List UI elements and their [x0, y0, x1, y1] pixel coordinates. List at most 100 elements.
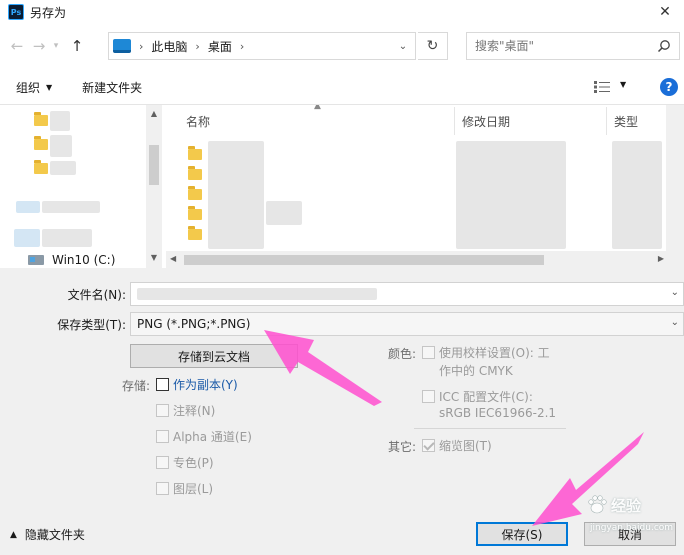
proof-setup-option[interactable]: 使用校样设置(O): 工 [422, 344, 550, 361]
blurred-item [50, 135, 72, 157]
breadcrumb-desktop[interactable]: 桌面 [208, 38, 232, 55]
file-list-vertical-scrollbar[interactable] [666, 105, 684, 269]
photoshop-app-icon: Ps [8, 4, 24, 20]
organize-label: 组织 [16, 80, 41, 95]
blurred-item [14, 229, 40, 247]
save-group-label: 存储: [122, 379, 151, 393]
alpha-checkbox[interactable] [156, 430, 169, 443]
breadcrumb-chevron-icon[interactable]: › [240, 40, 244, 53]
help-icon[interactable]: ? [660, 78, 678, 96]
as-copy-checkbox[interactable] [156, 378, 169, 391]
thumbnail-checkbox[interactable] [422, 439, 435, 452]
breadcrumb-this-pc[interactable]: 此电脑 [151, 38, 187, 55]
folder-icon [188, 206, 202, 220]
window-title: 另存为 [30, 5, 67, 20]
scrollbar-thumb[interactable] [184, 255, 544, 265]
layers-label: 图层(L) [173, 482, 214, 496]
notes-label: 注释(N) [173, 404, 216, 418]
watermark-url: jingyan.baidu.com [590, 523, 674, 533]
title-bar: Ps 另存为 ✕ [0, 0, 684, 24]
command-toolbar: 组织 ▼ 新建文件夹 ▼ ? [0, 72, 684, 102]
breadcrumb-chevron-icon[interactable]: › [139, 40, 143, 53]
new-folder-button[interactable]: 新建文件夹 [82, 79, 142, 96]
blurred-filename [137, 288, 377, 300]
folder-icon [188, 186, 202, 200]
scroll-down-icon[interactable]: ▼ [146, 253, 162, 262]
thumbnail-option[interactable]: 缩览图(T) [422, 437, 492, 454]
hide-folders-toggle[interactable]: ▲ 隐藏文件夹 [10, 526, 85, 543]
column-header-name[interactable]: 名称 [186, 113, 210, 130]
chevron-down-icon: ▼ [46, 82, 53, 92]
blurred-file-names [208, 141, 264, 249]
save-options-panel: 文件名(N): ⌄ 保存类型(T): PNG (*.PNG;*.PNG) ⌄ 存… [0, 268, 684, 555]
folder-icon [34, 136, 48, 150]
alpha-option[interactable]: Alpha 通道(E) [156, 428, 252, 445]
filename-input[interactable]: ⌄ [130, 282, 684, 306]
recent-locations-chevron-icon[interactable]: ▾ [50, 41, 62, 51]
icc-profile-value: sRGB IEC61966-2.1 [439, 406, 557, 420]
icc-profile-checkbox[interactable] [422, 390, 435, 403]
address-dropdown-icon[interactable]: ⌄ [391, 33, 415, 59]
nav-pane-scrollbar[interactable]: ▲ ▼ [146, 105, 162, 269]
color-group-label: 颜色: [388, 347, 417, 361]
file-list-horizontal-scrollbar[interactable]: ◀ ▶ [166, 251, 684, 269]
filetype-label: 保存类型(T): [57, 318, 126, 332]
search-input[interactable] [473, 34, 653, 58]
search-box[interactable] [466, 32, 680, 60]
file-browser: Win10 (C:) ▲ ▼ ▲ 名称 修改日期 类型 ◀ ▶ [0, 104, 684, 269]
column-header-type[interactable]: 类型 [614, 113, 638, 130]
save-to-cloud-button[interactable]: 存储到云文档 [130, 344, 298, 368]
sort-ascending-icon: ▲ [314, 105, 321, 111]
refresh-button[interactable]: ↻ [418, 32, 448, 60]
organize-button[interactable]: 组织 ▼ [16, 79, 52, 96]
folder-icon [34, 160, 48, 174]
layers-option[interactable]: 图层(L) [156, 480, 213, 497]
blurred-file-dates [456, 141, 566, 249]
folder-icon [188, 166, 202, 180]
close-button[interactable]: ✕ [650, 0, 680, 24]
back-arrow-icon[interactable]: ← [6, 37, 28, 55]
notes-option[interactable]: 注释(N) [156, 402, 215, 419]
filetype-select[interactable]: PNG (*.PNG;*.PNG) ⌄ [130, 312, 684, 336]
folder-icon [188, 226, 202, 240]
spot-color-checkbox[interactable] [156, 456, 169, 469]
file-list-pane[interactable]: ▲ 名称 修改日期 类型 [166, 105, 684, 269]
scroll-right-icon[interactable]: ▶ [658, 254, 664, 263]
layers-checkbox[interactable] [156, 482, 169, 495]
forward-arrow-icon[interactable]: → [28, 37, 50, 55]
as-copy-option[interactable]: 作为副本(Y) [156, 376, 238, 393]
blurred-item [42, 229, 92, 247]
proof-setup-checkbox[interactable] [422, 346, 435, 359]
column-separator[interactable] [454, 107, 455, 135]
view-chevron-down-icon[interactable]: ▼ [620, 80, 626, 89]
spot-color-option[interactable]: 专色(P) [156, 454, 214, 471]
scroll-up-icon[interactable]: ▲ [146, 109, 162, 118]
view-options-icon[interactable] [594, 81, 610, 93]
save-button[interactable]: 保存(S) [476, 522, 568, 546]
search-icon[interactable] [657, 39, 671, 53]
nav-item-drive-c[interactable]: Win10 (C:) [28, 253, 115, 267]
watermark-logo: 经验 [586, 494, 641, 516]
filetype-value: PNG (*.PNG;*.PNG) [137, 317, 251, 331]
filetype-dropdown-icon[interactable]: ⌄ [671, 317, 679, 328]
notes-checkbox[interactable] [156, 404, 169, 417]
thumbnail-label: 缩览图(T) [439, 439, 492, 453]
proof-setup-label-line2: 作中的 CMYK [439, 364, 513, 378]
spot-color-label: 专色(P) [173, 456, 214, 470]
blurred-file-names [266, 201, 302, 225]
navigation-pane[interactable]: Win10 (C:) ▲ ▼ [0, 105, 162, 269]
filename-dropdown-icon[interactable]: ⌄ [671, 287, 679, 298]
scroll-left-icon[interactable]: ◀ [170, 254, 176, 263]
column-header-date[interactable]: 修改日期 [462, 113, 510, 130]
address-bar[interactable]: › 此电脑 › 桌面 › ⌄ [108, 32, 416, 60]
icc-profile-option[interactable]: ICC 配置文件(C): [422, 388, 533, 405]
navigation-bar: ← → ▾ ↑ › 此电脑 › 桌面 › ⌄ ↻ [0, 28, 684, 64]
breadcrumb-chevron-icon[interactable]: › [195, 40, 199, 53]
drive-icon [28, 255, 44, 265]
this-pc-icon [113, 39, 131, 53]
column-separator[interactable] [606, 107, 607, 135]
blurred-item [50, 161, 76, 175]
scrollbar-thumb[interactable] [149, 145, 159, 185]
up-arrow-icon[interactable]: ↑ [66, 37, 88, 55]
alpha-label: Alpha 通道(E) [173, 430, 252, 444]
